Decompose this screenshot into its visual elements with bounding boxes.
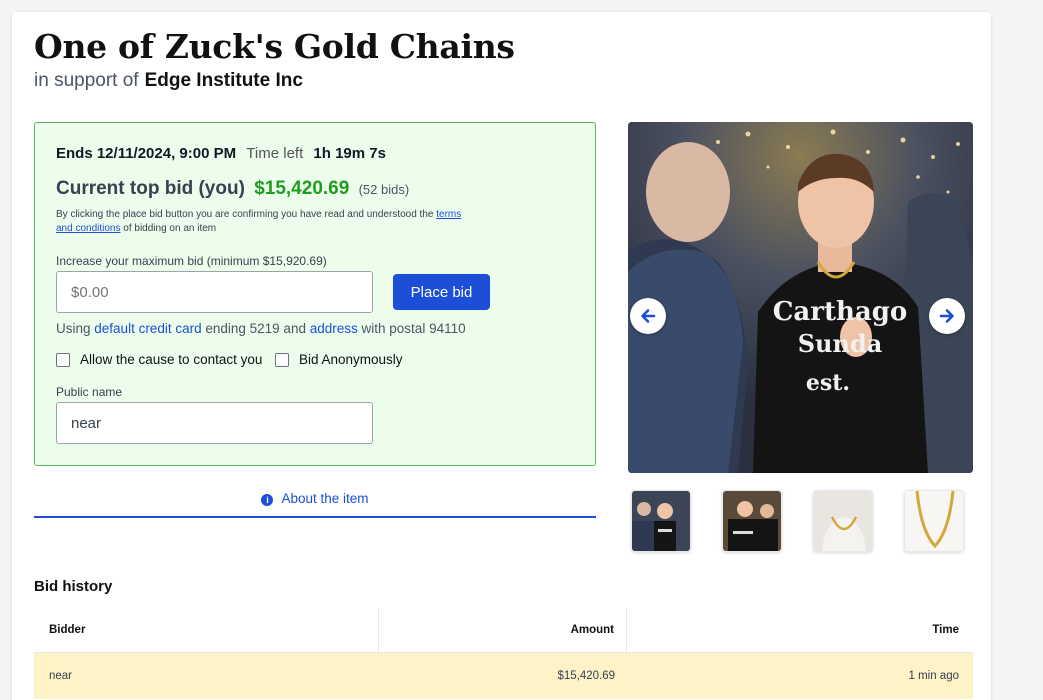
column-header-bidder[interactable]: Bidder — [34, 608, 379, 652]
credit-card-link[interactable]: default credit card — [94, 321, 201, 336]
thumbnail-4[interactable] — [904, 490, 964, 552]
bid-amount-input[interactable] — [56, 271, 373, 313]
thumbnail-3[interactable] — [813, 490, 873, 552]
info-icon: i — [261, 494, 274, 506]
bid-count: (52 bids) — [358, 182, 410, 197]
row-time: 1 min ago — [908, 670, 959, 682]
row-amount: $15,420.69 — [557, 670, 615, 682]
shirt-text-line-2: Sunda — [798, 329, 883, 358]
public-name-input[interactable] — [56, 402, 373, 444]
thumbnail-2[interactable] — [722, 490, 782, 552]
place-bid-button[interactable]: Place bid — [393, 274, 490, 310]
support-prefix: in support of — [34, 70, 139, 91]
bid-panel: Ends 12/11/2024, 9:00 PM Time left 1h 19… — [34, 122, 596, 466]
column-header-time[interactable]: Time — [627, 608, 973, 652]
address-suffix: with postal 94110 — [361, 321, 466, 336]
next-image-button[interactable] — [929, 298, 965, 334]
main-item-image: Carthago Sunda est. — [628, 122, 973, 473]
table-row: near $15,420.69 1 min ago — [34, 653, 973, 699]
arrow-left-icon — [641, 309, 656, 323]
anonymous-checkbox-row[interactable]: Bid Anonymously — [275, 352, 403, 367]
row-bidder: near — [49, 670, 73, 682]
tab-about-item[interactable]: i About the item — [34, 481, 596, 518]
about-tab-label: About the item — [281, 491, 369, 506]
contact-checkbox[interactable] — [56, 352, 70, 367]
address-link[interactable]: address — [310, 321, 358, 336]
prev-image-button[interactable] — [630, 298, 666, 334]
using-prefix: Using — [56, 321, 91, 336]
contact-checkbox-label: Allow the cause to contact you — [80, 352, 263, 367]
bid-history-table: Bidder Amount Time near $15,420.69 1 min… — [34, 608, 973, 699]
current-top-amount: $15,420.69 — [254, 178, 350, 199]
card-suffix: ending 5219 and — [205, 321, 306, 336]
current-top-label: Current top bid (you) — [56, 178, 245, 199]
auction-end-info: Ends 12/11/2024, 9:00 PM Time left 1h 19… — [56, 145, 386, 162]
thumbnail-1[interactable] — [631, 490, 691, 552]
public-name-label: Public name — [56, 385, 123, 399]
anonymous-checkbox[interactable] — [275, 352, 289, 367]
current-top-bid: Current top bid (you) $15,420.69 (52 bid… — [56, 178, 409, 200]
support-line: in support of Edge Institute Inc — [34, 70, 303, 92]
time-left-value: 1h 19m 7s — [313, 145, 386, 162]
payment-info: Using default credit card ending 5219 an… — [56, 321, 466, 336]
column-header-amount[interactable]: Amount — [379, 608, 627, 652]
time-left-label: Time left — [246, 145, 304, 162]
organization-name[interactable]: Edge Institute Inc — [145, 70, 303, 91]
item-title: One of Zuck's Gold Chains — [34, 27, 515, 66]
terms-suffix: of bidding on an item — [123, 223, 217, 234]
table-header: Bidder Amount Time — [34, 608, 973, 653]
ends-label: Ends 12/11/2024, 9:00 PM — [56, 145, 237, 162]
anonymous-checkbox-label: Bid Anonymously — [299, 352, 403, 367]
terms-prefix: By clicking the place bid button you are… — [56, 209, 434, 220]
terms-notice: By clicking the place bid button you are… — [56, 208, 476, 236]
contact-checkbox-row[interactable]: Allow the cause to contact you — [56, 352, 262, 367]
shirt-text-line-1: Carthago — [773, 297, 908, 327]
increase-bid-label: Increase your maximum bid (minimum $15,9… — [56, 254, 327, 268]
arrow-right-icon — [939, 309, 954, 323]
bid-history-title: Bid history — [34, 578, 113, 595]
shirt-text-line-3: est. — [806, 370, 850, 396]
